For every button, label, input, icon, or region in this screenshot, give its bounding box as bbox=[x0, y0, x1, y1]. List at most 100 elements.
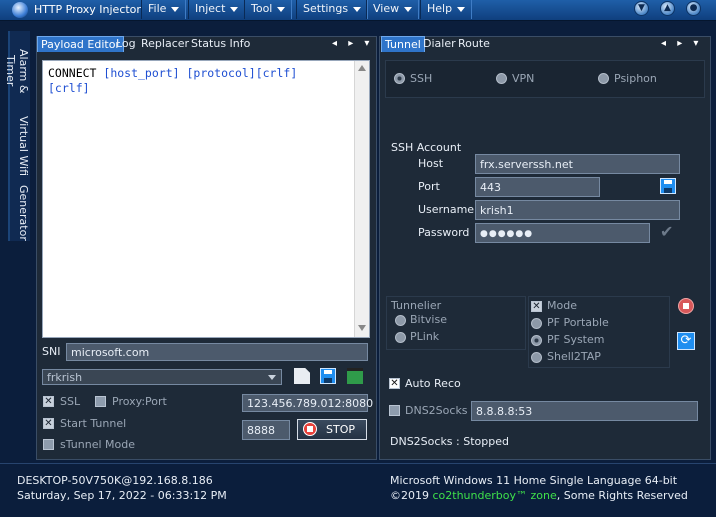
profile-select[interactable]: frkrish bbox=[42, 369, 282, 385]
port-input[interactable]: 443 bbox=[475, 177, 600, 197]
sidebar-tab-virtual-wifi[interactable]: Virtual Wifi bbox=[8, 111, 30, 181]
host-input[interactable]: frx.serverssh.net bbox=[475, 154, 680, 174]
sni-label: SNI bbox=[42, 345, 61, 358]
host-info: DESKTOP-50V750K@192.168.8.186 bbox=[17, 474, 213, 487]
proxy-port-label: Proxy:Port bbox=[112, 395, 167, 408]
dns2socks-checkbox[interactable] bbox=[389, 405, 400, 416]
sidebar-tab-alarm-timer[interactable]: Alarm & Timer bbox=[4, 31, 30, 111]
right-panel bbox=[379, 36, 711, 460]
left-tab-bar: Payload Editor Log Replacer Status Info … bbox=[36, 36, 375, 54]
payload-text[interactable]: CONNECT [host_port] [protocol][crlf] [cr… bbox=[48, 66, 348, 96]
proxy-port-input[interactable]: 123.456.789.012:8080 bbox=[242, 394, 373, 412]
pf-system-label: PF System bbox=[547, 333, 605, 346]
save-icon[interactable] bbox=[320, 368, 336, 384]
maximize-icon[interactable]: ▲ bbox=[660, 1, 675, 16]
pf-portable-label: PF Portable bbox=[547, 316, 609, 329]
editor-scrollbar[interactable] bbox=[354, 61, 369, 337]
vpn-label: VPN bbox=[512, 72, 535, 85]
payload-editor[interactable]: CONNECT [host_port] [protocol][crlf] [cr… bbox=[42, 60, 370, 338]
copyright: ©2019 co2thunderboy™ zone, Some Rights R… bbox=[390, 489, 688, 502]
brand-link[interactable]: co2thunderboy™ zone bbox=[433, 489, 557, 502]
local-port-input[interactable]: 8888 bbox=[242, 420, 290, 440]
date-time: Saturday, Sep 17, 2022 - 06:33:12 PM bbox=[17, 489, 227, 502]
proxy-port-checkbox[interactable] bbox=[95, 396, 106, 407]
auto-reco-label: Auto Reco bbox=[405, 377, 461, 390]
tab-replacer[interactable]: Replacer bbox=[138, 36, 192, 51]
menu-file[interactable]: File bbox=[141, 0, 187, 19]
tab-route[interactable]: Route bbox=[455, 36, 493, 51]
chevron-down-icon bbox=[230, 6, 239, 12]
ssh-account-label: SSH Account bbox=[391, 141, 462, 154]
dns-input[interactable]: 8.8.8.8:53 bbox=[471, 401, 698, 421]
app-title: HTTP Proxy Injector bbox=[34, 3, 141, 16]
stop-button-label: STOP bbox=[326, 423, 355, 436]
tab-tunnel[interactable]: Tunnel bbox=[381, 36, 425, 52]
refresh-icon[interactable]: ⟳ bbox=[677, 332, 695, 350]
stunnel-mode-checkbox[interactable] bbox=[43, 439, 54, 450]
plink-label: PLink bbox=[410, 330, 440, 343]
chevron-down-icon bbox=[277, 6, 286, 12]
menu-help[interactable]: Help bbox=[420, 0, 473, 19]
host-label: Host bbox=[418, 157, 444, 170]
chevron-down-icon bbox=[171, 6, 180, 12]
start-tunnel-label: Start Tunnel bbox=[60, 417, 127, 430]
psiphon-radio[interactable] bbox=[598, 73, 609, 84]
ssl-checkbox[interactable]: ✕ bbox=[43, 396, 54, 407]
app-logo-icon bbox=[12, 2, 28, 18]
bitvise-radio[interactable] bbox=[395, 315, 406, 326]
minimize-icon[interactable]: ▼ bbox=[634, 1, 649, 16]
dns2socks-status: DNS2Socks : Stopped bbox=[390, 435, 509, 448]
auto-reco-checkbox[interactable]: ✕ bbox=[389, 378, 400, 389]
show-password-check-icon[interactable]: ✔ bbox=[660, 222, 673, 241]
username-label: Username bbox=[418, 203, 475, 216]
tab-scroll-arrows[interactable]: ◂ ▸ ▾ bbox=[661, 38, 702, 49]
stunnel-mode-label: sTunnel Mode bbox=[60, 438, 135, 451]
shell2tap-radio[interactable] bbox=[531, 352, 542, 363]
close-icon[interactable]: ● bbox=[686, 1, 701, 16]
port-label: Port bbox=[418, 180, 440, 193]
dns2socks-label: DNS2Socks bbox=[405, 404, 468, 417]
stop-button[interactable]: STOP bbox=[297, 419, 367, 440]
scroll-down-icon[interactable] bbox=[358, 325, 366, 331]
plink-radio[interactable] bbox=[395, 332, 406, 343]
password-label: Password bbox=[418, 226, 470, 239]
delete-bin-icon[interactable] bbox=[347, 368, 363, 384]
tab-log[interactable]: Log bbox=[113, 36, 139, 51]
shell2tap-label: Shell2TAP bbox=[547, 350, 601, 363]
stop-icon bbox=[303, 422, 317, 436]
sni-input[interactable]: microsoft.com bbox=[66, 343, 368, 361]
chevron-down-icon bbox=[457, 6, 466, 12]
mode-label: Mode bbox=[547, 299, 577, 312]
pf-system-radio[interactable] bbox=[531, 335, 542, 346]
mode-group bbox=[385, 60, 705, 98]
psiphon-label: Psiphon bbox=[614, 72, 657, 85]
chevron-down-icon bbox=[353, 6, 362, 12]
tab-dialer[interactable]: Dialer bbox=[420, 36, 459, 51]
ssh-label: SSH bbox=[410, 72, 433, 85]
stop-mode-icon[interactable] bbox=[678, 298, 694, 314]
mode-checkbox[interactable]: ✕ bbox=[531, 301, 542, 312]
scroll-up-icon[interactable] bbox=[358, 65, 366, 71]
title-bar: HTTP Proxy Injector File Inject Tool Set… bbox=[0, 0, 716, 21]
save-account-icon[interactable] bbox=[660, 178, 676, 194]
ssl-label: SSL bbox=[60, 395, 81, 408]
ssh-radio[interactable] bbox=[394, 73, 405, 84]
menu-tool[interactable]: Tool bbox=[244, 0, 293, 19]
sidebar: Alarm & Timer Virtual Wifi Generator bbox=[0, 21, 30, 461]
sidebar-tab-generator[interactable]: Generator bbox=[8, 181, 30, 241]
vpn-radio[interactable] bbox=[496, 73, 507, 84]
status-bar: DESKTOP-50V750K@192.168.8.186 Saturday, … bbox=[0, 463, 716, 517]
menu-view[interactable]: View bbox=[366, 0, 420, 19]
tab-scroll-arrows[interactable]: ◂ ▸ ▾ bbox=[332, 38, 373, 49]
start-tunnel-checkbox[interactable]: ✕ bbox=[43, 418, 54, 429]
username-input[interactable]: krish1 bbox=[475, 200, 680, 220]
menu-settings[interactable]: Settings bbox=[296, 0, 369, 19]
tab-payload-editor[interactable]: Payload Editor bbox=[37, 36, 124, 52]
password-input[interactable]: ●●●●●● bbox=[475, 223, 650, 243]
chevron-down-icon bbox=[404, 6, 413, 12]
os-info: Microsoft Windows 11 Home Single Languag… bbox=[390, 474, 678, 487]
menu-inject[interactable]: Inject bbox=[188, 0, 246, 19]
tab-status-info[interactable]: Status Info bbox=[188, 36, 253, 51]
pf-portable-radio[interactable] bbox=[531, 318, 542, 329]
right-tab-bar: Tunnel Dialer Route ◂ ▸ ▾ bbox=[379, 36, 709, 54]
